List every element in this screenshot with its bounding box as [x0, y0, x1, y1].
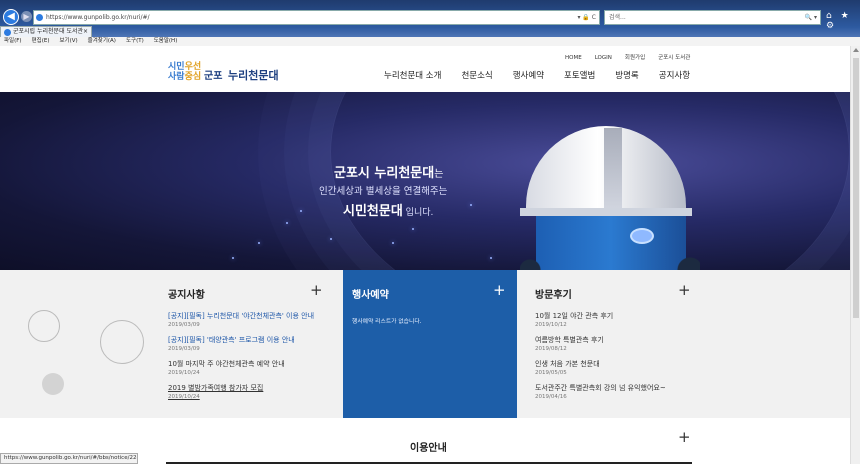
- review-item[interactable]: 여름방학 특별관측 후기 2019/08/12: [535, 335, 604, 352]
- logo-word-2: 우선: [184, 62, 202, 72]
- page-scrollbar[interactable]: [850, 46, 860, 464]
- nav-news[interactable]: 천문소식: [461, 71, 492, 81]
- notice-item[interactable]: [공지][필독] '태양관측' 프로그램 이용 안내 2019/03/09: [168, 335, 295, 352]
- review-item[interactable]: 10월 12일 야간 관측 후기 2019/10/12: [535, 311, 613, 328]
- reservation-title[interactable]: 행사예약: [352, 286, 389, 301]
- star-icon: [330, 238, 332, 240]
- notice-item[interactable]: 2019 별밤가족여행 참가자 모집 2019/10/24: [168, 383, 263, 400]
- hero-line-1: 군포시 누리천문대는: [334, 162, 443, 181]
- top-links: HOME LOGIN 회원가입 군포시 도서관: [565, 53, 703, 61]
- observatory-ring: [520, 208, 692, 216]
- nav-about[interactable]: 누리천문대 소개: [384, 71, 441, 81]
- observatory-dome: [526, 126, 686, 210]
- scroll-thumb[interactable]: [853, 58, 859, 318]
- logo-slogan: 시민우선 사람중심: [168, 62, 201, 82]
- star-icon: [412, 228, 414, 230]
- reservation-more-button[interactable]: +: [493, 281, 506, 299]
- logo-word-1: 시민: [168, 62, 185, 72]
- hero-line-1-bold: 군포시 누리천문대: [334, 166, 435, 181]
- trees-decoration: [520, 250, 700, 270]
- review-item[interactable]: 도서관주간 특별관측회 강의 넘 유익했어요~ 2019/04/16: [535, 383, 666, 400]
- tab-title: 군포시립 누리천문대 도서관: [13, 28, 84, 35]
- scroll-up-icon[interactable]: [853, 48, 859, 52]
- planet-icon: [632, 230, 652, 242]
- item-date: 2019/03/09: [168, 322, 200, 328]
- menu-file[interactable]: 파일(F): [4, 38, 22, 44]
- hero-line-3-bold: 시민천문대: [343, 204, 403, 219]
- logo-word-4: 중심: [184, 72, 202, 82]
- logo-word-3: 사람: [168, 72, 185, 82]
- nav-photo[interactable]: 포토앨범: [564, 71, 595, 81]
- usage-more-button[interactable]: +: [678, 428, 691, 446]
- saturn-icon: [28, 310, 60, 342]
- link-join[interactable]: 회원가입: [625, 55, 645, 61]
- item-date: 2019/03/09: [168, 346, 200, 352]
- main-nav: 누리천문대 소개 천문소식 행사예약 포토앨범 방명록 공지사항: [384, 69, 710, 81]
- star-icon: [392, 242, 394, 244]
- favicon-icon: [36, 14, 43, 21]
- item-date: 2019/04/16: [535, 394, 567, 400]
- review-more-button[interactable]: +: [678, 281, 691, 299]
- link-library[interactable]: 군포시 도서관: [658, 55, 690, 61]
- address-controls[interactable]: ▾ 🔒 C: [578, 11, 597, 24]
- toolbar-icons[interactable]: ⌂ ★ ⚙: [826, 11, 860, 31]
- hero-line-3-rest: 입니다.: [402, 208, 434, 218]
- menu-view[interactable]: 보기(V): [59, 38, 77, 44]
- item-date: 2019/10/24: [168, 394, 200, 400]
- item-date: 2019/08/12: [535, 346, 567, 352]
- notice-more-button[interactable]: +: [310, 281, 323, 299]
- star-icon: [470, 204, 472, 206]
- star-icon: [300, 210, 302, 212]
- nav-reservation[interactable]: 행사예약: [513, 71, 544, 81]
- link-login[interactable]: LOGIN: [595, 55, 612, 61]
- observatory-illustration: [520, 126, 700, 270]
- item-date: 2019/10/12: [535, 322, 567, 328]
- menu-bar: 파일(F) 편집(E) 보기(V) 즐겨찾기(A) 도구(T) 도움말(H): [0, 37, 860, 46]
- status-bar: https://www.gunpolib.go.kr/nuri/#/bbs/no…: [0, 453, 138, 464]
- menu-tools[interactable]: 도구(T): [126, 38, 144, 44]
- nav-notice[interactable]: 공지사항: [659, 71, 690, 81]
- nav-guestbook[interactable]: 방명록: [615, 71, 638, 81]
- moon-icon: [100, 320, 144, 364]
- reservation-empty-message: 행사예약 리스트가 없습니다.: [352, 319, 422, 325]
- browser-search-input[interactable]: 검색... 🔍 ▾: [604, 10, 821, 25]
- planet-dot-icon: [42, 373, 64, 395]
- item-date: 2019/10/24: [168, 370, 200, 376]
- menu-edit[interactable]: 편집(E): [32, 38, 50, 44]
- search-placeholder: 검색...: [609, 14, 626, 21]
- address-bar[interactable]: https://www.gunpolib.go.kr/nuri/#/ ▾ 🔒 C: [33, 10, 600, 25]
- hero-line-1-rest: 는: [434, 169, 444, 180]
- logo-city: 군포: [204, 71, 223, 82]
- hero-line-2: 인간세상과 별세상을 연결해주는: [319, 186, 448, 197]
- hero-banner: 군포시 누리천문대는 인간세상과 별세상을 연결해주는 시민천문대 입니다.: [0, 92, 850, 270]
- item-date: 2019/05/05: [535, 370, 567, 376]
- usage-title: 이용안내: [410, 443, 447, 454]
- tab-favicon-icon: [4, 29, 11, 36]
- search-icon[interactable]: 🔍 ▾: [805, 11, 817, 24]
- forward-button[interactable]: ▶: [21, 11, 32, 22]
- link-home[interactable]: HOME: [565, 55, 582, 61]
- review-item[interactable]: 인생 처음 가본 천문대 2019/05/05: [535, 359, 600, 376]
- back-button[interactable]: ◀: [3, 9, 19, 25]
- tab-close-icon[interactable]: ×: [83, 27, 88, 37]
- star-icon: [286, 222, 288, 224]
- notice-item[interactable]: 10월 마지막 주 야간천체관측 예약 안내 2019/10/24: [168, 359, 285, 376]
- star-icon: [232, 257, 234, 259]
- notice-item[interactable]: [공지][필독] 누리천문대 '야간천체관측' 이용 안내 2019/03/09: [168, 311, 314, 328]
- star-icon: [490, 257, 492, 259]
- menu-favorites[interactable]: 즐겨찾기(A): [88, 38, 116, 44]
- address-url: https://www.gunpolib.go.kr/nuri/#/: [46, 14, 150, 21]
- menu-help[interactable]: 도움말(H): [154, 38, 178, 44]
- logo-title: 누리천문대: [228, 69, 279, 82]
- star-icon: [258, 242, 260, 244]
- review-title[interactable]: 방문후기: [535, 286, 572, 301]
- browser-chrome: ◀ ▶ https://www.gunpolib.go.kr/nuri/#/ ▾…: [0, 0, 860, 46]
- hero-line-3: 시민천문대 입니다.: [343, 200, 433, 219]
- notice-title[interactable]: 공지사항: [168, 286, 205, 301]
- site: 시민우선 사람중심 군포 누리천문대 HOME LOGIN 회원가입 군포시 도서관 …: [0, 46, 850, 464]
